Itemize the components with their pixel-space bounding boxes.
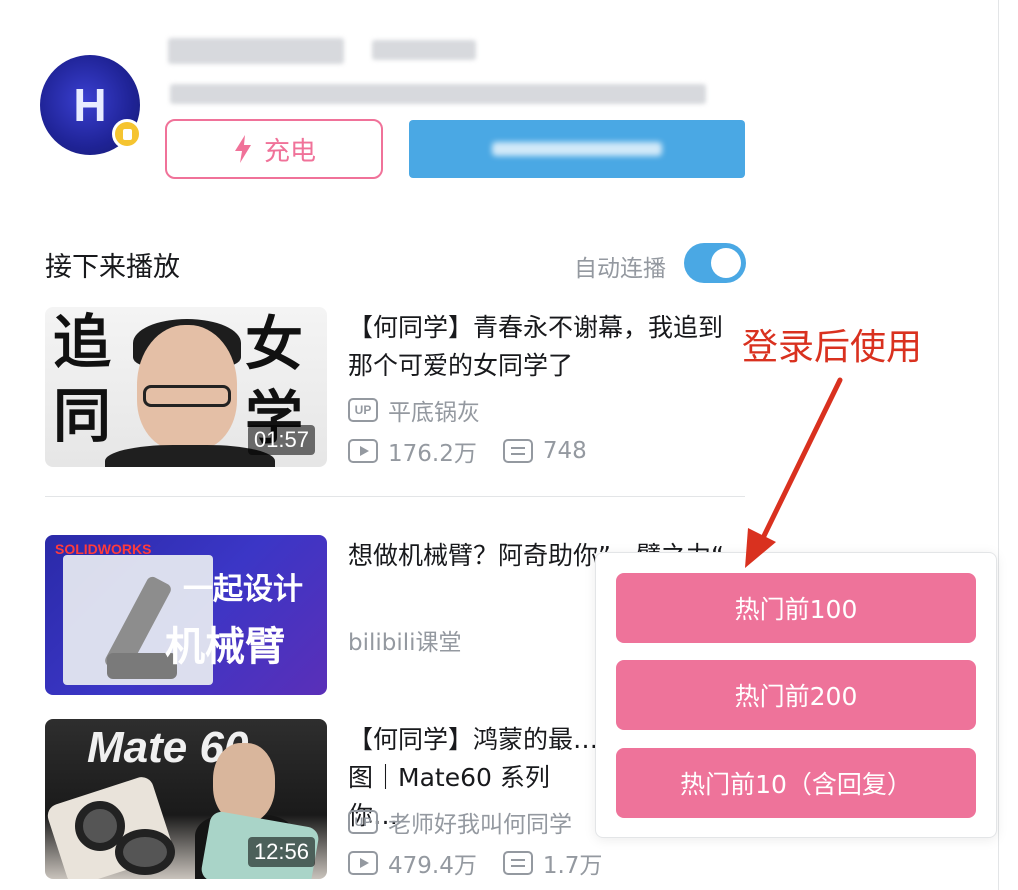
page-right-border	[998, 0, 999, 890]
uploader-avatar[interactable]: H	[40, 55, 142, 155]
annotation-text: 登录后使用	[742, 327, 923, 368]
charge-button-label: 充电	[263, 136, 316, 167]
section-divider	[45, 496, 745, 497]
thumb-glasses	[143, 385, 231, 407]
autoplay-toggle[interactable]	[684, 243, 746, 283]
up-icon: UP	[348, 398, 378, 422]
up-icon: UP	[348, 810, 378, 834]
video-stats-line: 176.2万 748	[348, 434, 587, 468]
top-200-button[interactable]: 热门前200	[616, 660, 976, 730]
video-duration: 01:57	[247, 425, 315, 455]
thumb-brand: SOLIDWORKS	[55, 541, 152, 557]
autoplay-label: 自动连播	[574, 256, 666, 282]
video-uploader-name: 老师好我叫何同学	[388, 812, 572, 838]
next-up-title: 接下来播放	[45, 252, 180, 283]
uploader-desc-redacted	[170, 84, 706, 104]
video-uploader-line[interactable]: UP 平底锅灰	[348, 393, 480, 427]
video-card-1[interactable]: 追 同 女 学 01:57 【何同学】青春永不谢幕，我追到那个可爱的女同学了 U…	[45, 307, 745, 467]
video-views: 479.4万	[388, 853, 477, 879]
play-icon	[348, 439, 378, 463]
play-icon	[348, 851, 378, 875]
video-views: 176.2万	[388, 441, 477, 467]
video-uploader-name: 平底锅灰	[388, 400, 480, 426]
top-100-button[interactable]: 热门前100	[616, 573, 976, 643]
video-uploader-line[interactable]: bilibili课堂	[348, 623, 462, 657]
uploader-name-redacted[interactable]	[168, 38, 344, 64]
thumb-text-1: 一起设计	[183, 572, 303, 607]
video-thumbnail[interactable]: Mate 60 12:56	[45, 719, 327, 879]
top-10-with-replies-button[interactable]: 热门前10（含回复）	[616, 748, 976, 818]
bolt-icon	[234, 135, 251, 163]
charge-button[interactable]: 充电	[165, 119, 383, 179]
thumb-text-2: 机械臂	[165, 624, 285, 670]
thumb-text-2: 同	[53, 382, 112, 450]
avatar-badge-icon	[112, 119, 142, 149]
video-thumbnail[interactable]: SOLIDWORKS 一起设计 机械臂	[45, 535, 327, 695]
video-danmaku-count: 748	[542, 438, 587, 464]
follow-button-label-redacted	[492, 142, 662, 156]
danmaku-icon	[502, 851, 533, 875]
video-stats-line: 479.4万 1.7万	[348, 846, 602, 880]
follow-button[interactable]	[409, 120, 745, 178]
danmaku-icon	[502, 439, 533, 463]
video-duration: 12:56	[247, 837, 315, 867]
thumb-text-3: 女	[245, 310, 304, 378]
video-uploader-name: bilibili课堂	[348, 630, 462, 656]
thumb-camera-ring-2	[115, 829, 175, 875]
uploader-meta-redacted	[372, 40, 476, 60]
video-title[interactable]: 【何同学】青春永不谢幕，我追到那个可爱的女同学了	[348, 309, 740, 385]
thumb-text-1: 追	[53, 308, 112, 376]
toggle-knob	[711, 248, 741, 278]
video-danmaku-count: 1.7万	[542, 853, 603, 879]
video-thumbnail[interactable]: 追 同 女 学 01:57	[45, 307, 327, 467]
comment-export-popup: 热门前100 热门前200 热门前10（含回复）	[595, 552, 997, 838]
video-uploader-line[interactable]: UP 老师好我叫何同学	[348, 805, 572, 839]
